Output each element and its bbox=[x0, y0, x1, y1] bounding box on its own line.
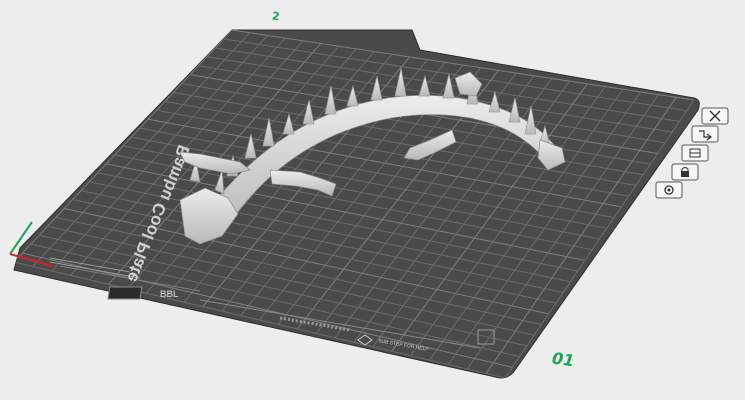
plate-settings-button[interactable] bbox=[655, 181, 683, 199]
lock-icon bbox=[681, 171, 689, 177]
arrange-button[interactable] bbox=[691, 125, 719, 143]
plate-logo: BBL bbox=[160, 289, 179, 299]
build-plate[interactable]: BBL SUB STEP FOR HELP Bambu Cool Plate bbox=[13, 29, 700, 379]
orient-button[interactable] bbox=[681, 144, 709, 162]
lock-plate-button[interactable] bbox=[671, 163, 699, 181]
3d-viewport[interactable]: BBL SUB STEP FOR HELP Bambu Cool Plate bbox=[0, 0, 745, 400]
close-plate-button[interactable] bbox=[701, 107, 729, 125]
